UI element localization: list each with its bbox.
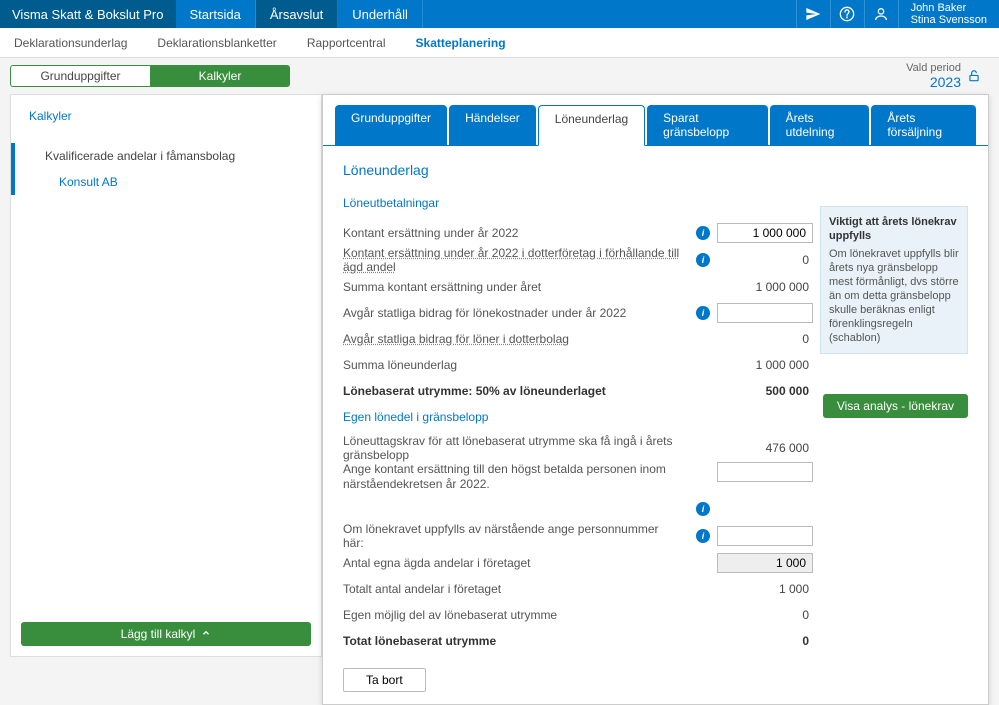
- subsection-pay: Löneutbetalningar: [343, 196, 813, 210]
- tabset: Grunduppgifter Händelser Löneunderlag Sp…: [323, 95, 988, 146]
- row-label: Egen möjlig del av lönebaserat utrymme: [343, 608, 689, 622]
- top-bar: Visma Skatt & Bokslut Pro Startsida Årsa…: [0, 0, 999, 28]
- subsection-egen: Egen lönedel i gränsbelopp: [343, 410, 813, 424]
- main-panel: Grunduppgifter Händelser Löneunderlag Sp…: [322, 94, 989, 705]
- tab-grunduppgifter[interactable]: Grunduppgifter: [335, 105, 447, 145]
- row-value: 500 000: [717, 384, 813, 398]
- row-label[interactable]: Kontant ersättning under år 2022 i dotte…: [343, 246, 689, 274]
- feedback-icon[interactable]: [796, 0, 830, 28]
- row-label: Summa löneunderlag: [343, 358, 689, 372]
- row-value: 0: [717, 332, 813, 346]
- row-label: Summa kontant ersättning under året: [343, 280, 689, 294]
- subnav-tax-plan[interactable]: Skatteplanering: [416, 36, 506, 50]
- analysis-button[interactable]: Visa analys - lönekrav: [823, 394, 968, 418]
- pill-kalkyler[interactable]: Kalkyler: [150, 65, 290, 87]
- user-icon[interactable]: [864, 0, 898, 28]
- input-hogst-betalda[interactable]: [717, 462, 813, 482]
- callout-body: Om lönekravet uppfylls blir årets nya gr…: [829, 247, 959, 345]
- row-label: Avgår statliga bidrag för lönekostnader …: [343, 306, 689, 320]
- row-label[interactable]: Avgår statliga bidrag för löner i dotter…: [343, 332, 689, 346]
- user-company: Stina Svensson: [911, 14, 987, 26]
- sidebar-title: Kalkyler: [11, 95, 321, 133]
- user-block[interactable]: John Baker Stina Svensson: [898, 0, 999, 28]
- input-ersattning-2022[interactable]: [717, 223, 813, 243]
- topnav-maint[interactable]: Underhåll: [338, 0, 423, 28]
- row-value: 476 000: [717, 441, 813, 455]
- top-nav: Startsida Årsavslut Underhåll: [176, 0, 423, 28]
- toolbar: Grunduppgifter Kalkyler Vald period 2023: [0, 58, 999, 94]
- sidebar: Kalkyler Kvalificerade andelar i fåmansb…: [10, 94, 322, 657]
- sub-nav: Deklarationsunderlag Deklarationsblanket…: [0, 28, 999, 58]
- pill-grund[interactable]: Grunduppgifter: [10, 65, 150, 87]
- tab-loneunderlag[interactable]: Löneunderlag: [538, 105, 645, 146]
- tab-utdelning[interactable]: Årets utdelning: [770, 105, 870, 145]
- input-bidrag-2022[interactable]: [717, 303, 813, 323]
- row-value: 1 000: [717, 582, 813, 596]
- row-label: Kontant ersättning under år 2022: [343, 226, 689, 240]
- row-label: Antal egna ägda andelar i företaget: [343, 556, 689, 570]
- tree-child[interactable]: Konsult AB: [11, 169, 321, 195]
- section-title: Löneunderlag: [343, 162, 968, 178]
- tab-forsaljning[interactable]: Årets försäljning: [871, 105, 976, 145]
- info-icon[interactable]: i: [696, 502, 710, 516]
- info-icon[interactable]: i: [696, 529, 710, 543]
- input-personnummer[interactable]: [717, 526, 813, 546]
- info-icon[interactable]: i: [696, 253, 710, 267]
- brand: Visma Skatt & Bokslut Pro: [0, 0, 176, 28]
- row-label: Lönebaserat utrymme: 50% av löneunderlag…: [343, 384, 689, 398]
- row-label: Ange kontant ersättning till den högst b…: [343, 462, 689, 492]
- row-value: 0: [717, 253, 813, 267]
- topnav-year[interactable]: Årsavslut: [256, 0, 338, 28]
- row-label: Om lönekravet uppfylls av närstående ang…: [343, 522, 689, 550]
- info-icon[interactable]: i: [696, 306, 710, 320]
- info-callout: Viktigt att årets lönekrav uppfylls Om l…: [820, 206, 968, 354]
- row-value: 1 000 000: [717, 280, 813, 294]
- info-icon[interactable]: i: [696, 226, 710, 240]
- tree-parent[interactable]: Kvalificerade andelar i fåmansbolag: [11, 143, 321, 169]
- add-calc-button[interactable]: Lägg till kalkyl: [21, 622, 311, 646]
- topnav-start[interactable]: Startsida: [176, 0, 256, 28]
- row-value: 1 000 000: [717, 358, 813, 372]
- row-label: Totalt antal andelar i företaget: [343, 582, 689, 596]
- tab-sparat[interactable]: Sparat gränsbelopp: [647, 105, 768, 145]
- input-egna-andelar: [717, 553, 813, 573]
- period-label: Vald period: [906, 62, 961, 74]
- add-calc-label: Lägg till kalkyl: [121, 627, 196, 641]
- lock-icon: [967, 69, 981, 83]
- row-value: 0: [717, 608, 813, 622]
- help-icon[interactable]: [830, 0, 864, 28]
- delete-button[interactable]: Ta bort: [343, 668, 426, 692]
- row-value: 0: [717, 634, 813, 648]
- subnav-decl-forms[interactable]: Deklarationsblanketter: [157, 36, 276, 50]
- period-year: 2023: [906, 74, 961, 90]
- user-name: John Baker: [911, 2, 987, 14]
- period-block: Vald period 2023: [906, 62, 989, 90]
- row-label: Löneuttagskrav för att lönebaserat utrym…: [343, 434, 689, 462]
- tab-handelser[interactable]: Händelser: [449, 105, 536, 145]
- row-label: Totat lönebaserat utrymme: [343, 634, 689, 648]
- chevron-up-icon: [201, 627, 211, 641]
- subnav-decl-base[interactable]: Deklarationsunderlag: [14, 36, 127, 50]
- subnav-report[interactable]: Rapportcentral: [307, 36, 386, 50]
- callout-title: Viktigt att årets lönekrav uppfylls: [829, 215, 959, 243]
